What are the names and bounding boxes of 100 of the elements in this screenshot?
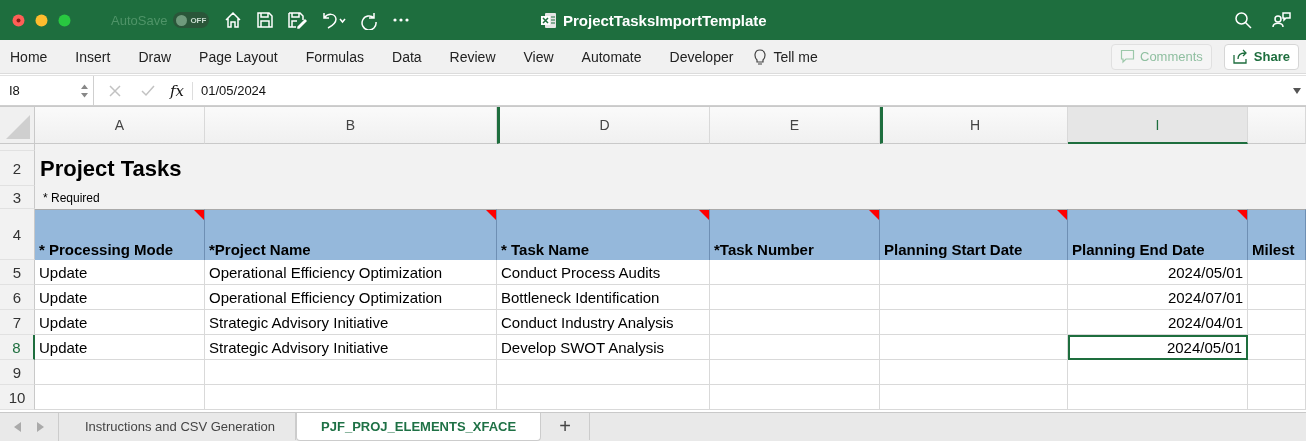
row-header[interactable]: 5 [0, 260, 35, 285]
row-header[interactable]: 2 [0, 151, 35, 186]
maximize-icon[interactable] [58, 13, 71, 27]
empty-cell[interactable] [710, 285, 880, 310]
table-cell[interactable]: Strategic Advisory Initiative [205, 310, 497, 335]
ribbon-tab[interactable]: Page Layout [199, 48, 278, 65]
name-box[interactable]: I8 [0, 76, 94, 105]
column-header[interactable]: H [880, 107, 1068, 144]
cancel-icon[interactable] [108, 83, 122, 98]
column-header[interactable]: A [35, 107, 205, 144]
column-header[interactable]: I [1068, 107, 1248, 144]
table-cell[interactable]: 2024/04/01 [1068, 310, 1248, 335]
ribbon-tab[interactable]: Review [449, 48, 496, 65]
column-header[interactable]: B [205, 107, 497, 144]
ribbon-tab[interactable]: Formulas [305, 48, 365, 65]
header-cell[interactable]: Planning End Date [1068, 209, 1248, 260]
more-icon[interactable] [392, 17, 411, 23]
row-header[interactable]: 7 [0, 310, 35, 335]
table-cell[interactable]: Update [35, 335, 205, 360]
ribbon-tab[interactable]: Draw [138, 48, 172, 65]
search-icon[interactable] [1234, 11, 1252, 29]
tell-me-search[interactable]: Tell me [773, 48, 818, 65]
row-header[interactable] [0, 144, 35, 151]
header-cell[interactable]: *Project Name [205, 209, 497, 260]
people-icon[interactable] [1272, 11, 1292, 29]
empty-cell[interactable] [1068, 360, 1248, 385]
table-cell[interactable]: 2024/05/01 [1068, 260, 1248, 285]
save-as-icon[interactable] [287, 11, 308, 29]
ribbon-tab[interactable]: View [523, 48, 554, 65]
empty-cell[interactable] [205, 360, 497, 385]
row-header[interactable]: 10 [0, 385, 35, 410]
table-cell[interactable]: Update [35, 310, 205, 335]
row-header[interactable]: 8 [0, 335, 35, 360]
header-cell[interactable]: Planning Start Date [880, 209, 1068, 260]
table-cell[interactable]: 2024/05/01 [1068, 335, 1248, 360]
table-cell[interactable]: 2024/07/01 [1068, 285, 1248, 310]
empty-cell[interactable] [1248, 360, 1306, 385]
empty-cell[interactable] [880, 335, 1068, 360]
empty-cell[interactable] [880, 310, 1068, 335]
stepper-icon[interactable] [80, 82, 89, 99]
share-button[interactable]: Share [1223, 43, 1299, 70]
empty-cell[interactable] [880, 285, 1068, 310]
column-header[interactable]: E [710, 107, 880, 144]
previous-sheet-icon[interactable] [14, 422, 22, 432]
column-header[interactable]: D [497, 107, 710, 144]
ribbon-tab[interactable]: Insert [75, 48, 111, 65]
header-cell[interactable]: * Processing Mode [35, 209, 205, 260]
empty-cell[interactable] [1248, 260, 1306, 285]
column-header[interactable] [1248, 107, 1306, 144]
empty-cell[interactable] [880, 260, 1068, 285]
empty-cell[interactable] [880, 360, 1068, 385]
close-icon[interactable] [12, 13, 25, 27]
empty-cell[interactable] [1248, 385, 1306, 410]
row-header[interactable]: 3 [0, 186, 35, 209]
empty-cell[interactable] [497, 360, 710, 385]
header-cell[interactable]: *Task Number [710, 209, 880, 260]
empty-cell[interactable] [1248, 310, 1306, 335]
table-cell[interactable]: Conduct Process Audits [497, 260, 710, 285]
undo-icon[interactable] [320, 10, 347, 30]
header-cell[interactable]: Milest [1248, 209, 1306, 260]
empty-cell[interactable] [710, 260, 880, 285]
empty-cell[interactable] [710, 360, 880, 385]
empty-cell[interactable] [1248, 285, 1306, 310]
ribbon-tab[interactable]: Automate [581, 48, 642, 65]
add-sheet-button[interactable]: + [541, 413, 590, 440]
table-cell[interactable]: Update [35, 260, 205, 285]
table-cell[interactable]: Develop SWOT Analysis [497, 335, 710, 360]
empty-cell[interactable] [710, 310, 880, 335]
empty-cell[interactable] [1068, 385, 1248, 410]
formula-field[interactable]: 01/05/2024 [201, 83, 1292, 98]
table-cell[interactable]: Update [35, 285, 205, 310]
next-sheet-icon[interactable] [36, 422, 44, 432]
table-cell[interactable]: Strategic Advisory Initiative [205, 335, 497, 360]
table-cell[interactable]: Operational Efficiency Optimization [205, 285, 497, 310]
select-all-icon[interactable] [5, 114, 31, 140]
redo-icon[interactable] [359, 10, 380, 30]
insert-function-button[interactable]: fx [170, 81, 184, 100]
save-icon[interactable] [256, 11, 275, 29]
expand-caret-icon[interactable] [1292, 86, 1302, 95]
table-cell[interactable]: Conduct Industry Analysis [497, 310, 710, 335]
ribbon-tab[interactable]: Developer [669, 48, 734, 65]
ribbon-tab[interactable]: Data [392, 48, 422, 65]
row-header[interactable]: 6 [0, 285, 35, 310]
minimize-icon[interactable] [35, 13, 48, 27]
empty-cell[interactable] [880, 385, 1068, 410]
empty-cell[interactable] [1248, 335, 1306, 360]
empty-cell[interactable] [205, 385, 497, 410]
table-cell[interactable]: Operational Efficiency Optimization [205, 260, 497, 285]
header-cell[interactable]: * Task Name [497, 209, 710, 260]
row-header[interactable]: 4 [0, 209, 35, 260]
sheet-tab[interactable]: PJF_PROJ_ELEMENTS_XFACE [296, 413, 542, 441]
empty-cell[interactable] [497, 385, 710, 410]
confirm-icon[interactable] [140, 83, 156, 98]
autosave-toggle[interactable]: OFF [173, 12, 210, 28]
table-cell[interactable]: Bottleneck Identification [497, 285, 710, 310]
ribbon-tab[interactable]: Home [10, 48, 48, 65]
empty-cell[interactable] [710, 335, 880, 360]
spreadsheet-icon [540, 11, 557, 29]
empty-cell[interactable] [710, 385, 880, 410]
row-header[interactable]: 9 [0, 360, 35, 385]
